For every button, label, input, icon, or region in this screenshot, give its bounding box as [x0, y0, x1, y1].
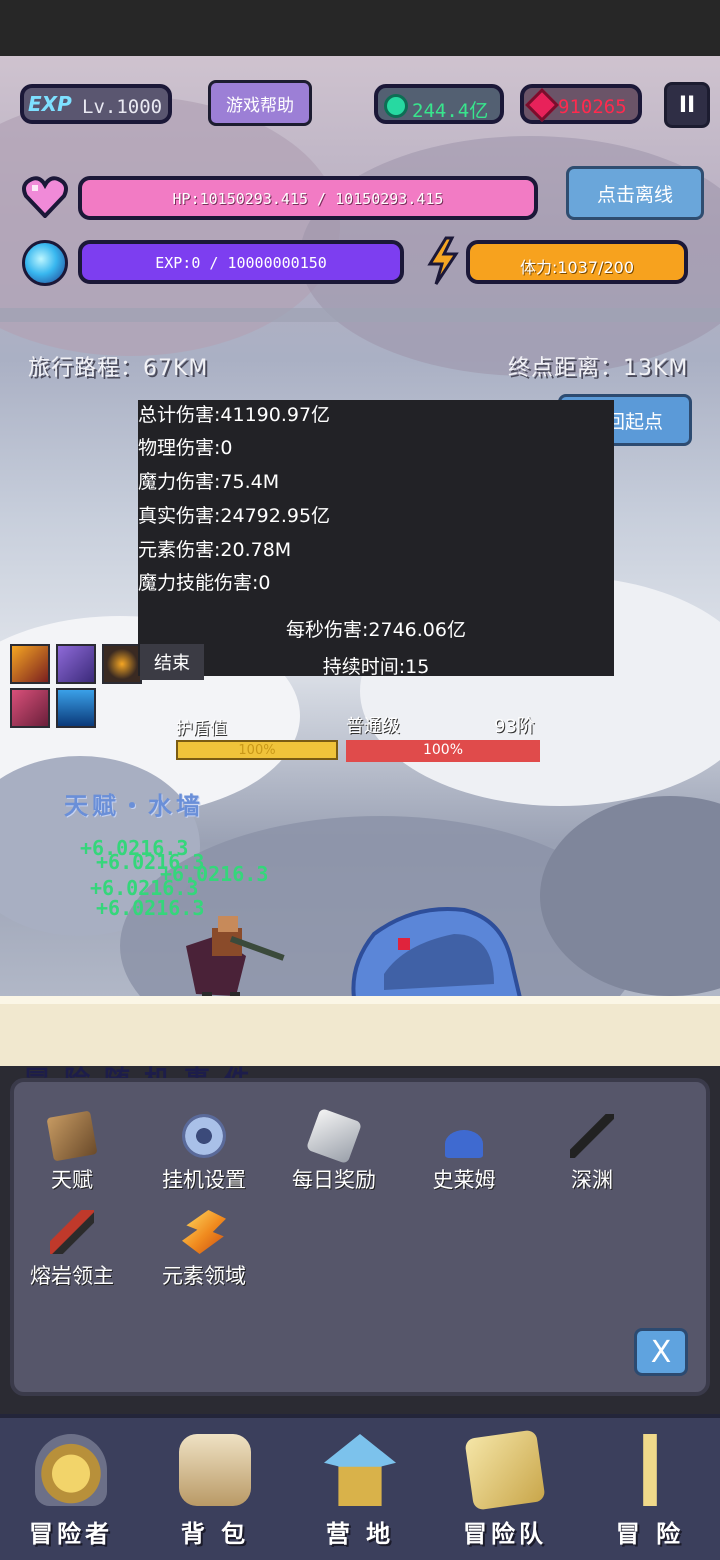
flame-icon	[182, 1210, 226, 1254]
slime-icon	[445, 1130, 483, 1158]
help-button[interactable]: 游戏帮助	[208, 80, 312, 126]
true-damage: 真实伤害:24792.95亿	[138, 505, 331, 527]
nav-label: 背 包	[180, 1520, 250, 1548]
physical-damage: 物理伤害:0	[138, 437, 233, 459]
bottom-navigation: 冒险者 背 包 营 地 冒险队 冒 险	[0, 1414, 720, 1560]
sword-icon	[614, 1434, 686, 1506]
abyss-icon	[570, 1114, 614, 1158]
shield-percent: 100%	[238, 743, 276, 758]
camp-icon	[324, 1434, 396, 1506]
scroll-icon	[305, 1107, 363, 1165]
magic-skill-damage: 魔力技能伤害:0	[138, 572, 271, 594]
nav-label: 冒险者	[29, 1520, 113, 1548]
stamina-bar: 体力:1037/200	[466, 240, 688, 284]
nav-adventurer[interactable]: 冒险者	[6, 1434, 136, 1549]
coin-counter: 244.4亿	[374, 84, 504, 124]
menu-item-idle-settings[interactable]: 挂机设置	[144, 1114, 264, 1194]
exp-bar: EXP:0 / 10000000150	[78, 240, 404, 284]
gem-counter: 910265	[520, 84, 642, 124]
menu-item-label: 元素领域	[162, 1264, 246, 1288]
team-icon	[464, 1429, 546, 1511]
ground	[0, 996, 720, 1066]
slime-enemy-sprite	[351, 907, 523, 1000]
menu-item-label: 熔岩领主	[30, 1264, 114, 1288]
menu-item-abyss[interactable]: 深渊	[532, 1114, 652, 1194]
coin-icon	[384, 94, 408, 118]
menu-item-label: 每日奖励	[292, 1168, 376, 1192]
menu-item-slime[interactable]: 史莱姆	[404, 1114, 524, 1194]
element-damage: 元素伤害:20.78M	[138, 539, 292, 561]
gem-value: 910265	[558, 96, 627, 118]
nav-label: 冒 险	[615, 1520, 685, 1548]
exp-tag: EXP	[28, 92, 72, 116]
hud-divider	[0, 308, 720, 322]
menu-item-lava-lord[interactable]: 熔岩领主	[12, 1210, 132, 1290]
level-badge: EXP Lv.1000	[20, 84, 172, 124]
talent-effect-text: 天赋・水墙	[64, 792, 204, 820]
menu-item-element-realm[interactable]: 元素领域	[144, 1210, 264, 1290]
magic-damage: 魔力伤害:75.4M	[138, 471, 280, 493]
rank-label: 普通级	[346, 716, 400, 737]
nav-label: 营 地	[325, 1520, 395, 1548]
exp-orb-icon	[22, 240, 68, 286]
nav-camp[interactable]: 营 地	[295, 1434, 425, 1549]
boss-hp-percent: 100%	[422, 742, 464, 758]
menu-item-label: 挂机设置	[162, 1168, 246, 1192]
skill-eye-icon[interactable]	[102, 644, 142, 684]
heart-icon	[22, 176, 68, 218]
nav-label: 冒险队	[463, 1520, 547, 1548]
remaining-distance: 终点距离：13KM	[508, 356, 689, 381]
skill-fire-sword-icon[interactable]	[10, 644, 50, 684]
book-icon	[46, 1110, 98, 1162]
menu-item-label: 天赋	[51, 1168, 93, 1192]
pause-button[interactable]: II	[664, 82, 710, 128]
menu-item-label: 深渊	[571, 1168, 613, 1192]
nav-team[interactable]: 冒险队	[440, 1429, 570, 1549]
offline-button[interactable]: 点击离线	[566, 166, 704, 220]
helmet-icon	[35, 1434, 107, 1506]
coin-value: 244.4亿	[412, 100, 489, 122]
menu-item-daily-reward[interactable]: 每日奖励	[274, 1107, 394, 1194]
hp-text: HP:10150293.415 / 10150293.415	[172, 190, 444, 208]
menu-item-label: 史莱姆	[432, 1168, 496, 1192]
tier-label: 93阶	[494, 716, 535, 737]
skill-sword-icon[interactable]	[56, 644, 96, 684]
damage-stats-panel: 总计伤害:41190.97亿 物理伤害:0 魔力伤害:75.4M 真实伤害:24…	[138, 400, 614, 678]
shield-label: 护盾值	[176, 719, 227, 739]
total-damage: 总计伤害:41190.97亿	[138, 404, 331, 426]
level-text: Lv.1000	[82, 96, 163, 118]
dps-value: 每秒伤害:2746.06亿	[286, 619, 466, 641]
sword-icon	[50, 1210, 94, 1254]
lightning-icon	[427, 236, 459, 285]
ground-edge	[0, 996, 720, 1004]
travel-distance: 旅行路程：67KM	[28, 356, 209, 381]
skill-cross-blades-icon[interactable]	[10, 688, 50, 728]
duration-value: 持续时间:15	[322, 656, 430, 678]
hp-bar: HP:10150293.415 / 10150293.415	[78, 176, 538, 220]
gem-icon	[525, 88, 559, 122]
close-menu-button[interactable]: X	[634, 1328, 688, 1376]
boss-hp-bar: 100%	[346, 740, 540, 762]
nav-backpack[interactable]: 背 包	[150, 1434, 280, 1549]
menu-item-talent[interactable]: 天赋	[12, 1110, 132, 1194]
backpack-icon	[179, 1434, 251, 1506]
system-status-bar	[0, 0, 720, 56]
gear-icon	[182, 1114, 226, 1158]
hero-sprite	[186, 916, 285, 1002]
nav-adventure[interactable]: 冒 险	[585, 1434, 715, 1549]
end-button[interactable]: 结束	[140, 644, 204, 680]
shield-bar: 100%	[176, 740, 338, 760]
stamina-text: 体力:1037/200	[519, 258, 635, 277]
exp-text: EXP:0 / 10000000150	[155, 254, 327, 272]
skill-wave-icon[interactable]	[56, 688, 96, 728]
